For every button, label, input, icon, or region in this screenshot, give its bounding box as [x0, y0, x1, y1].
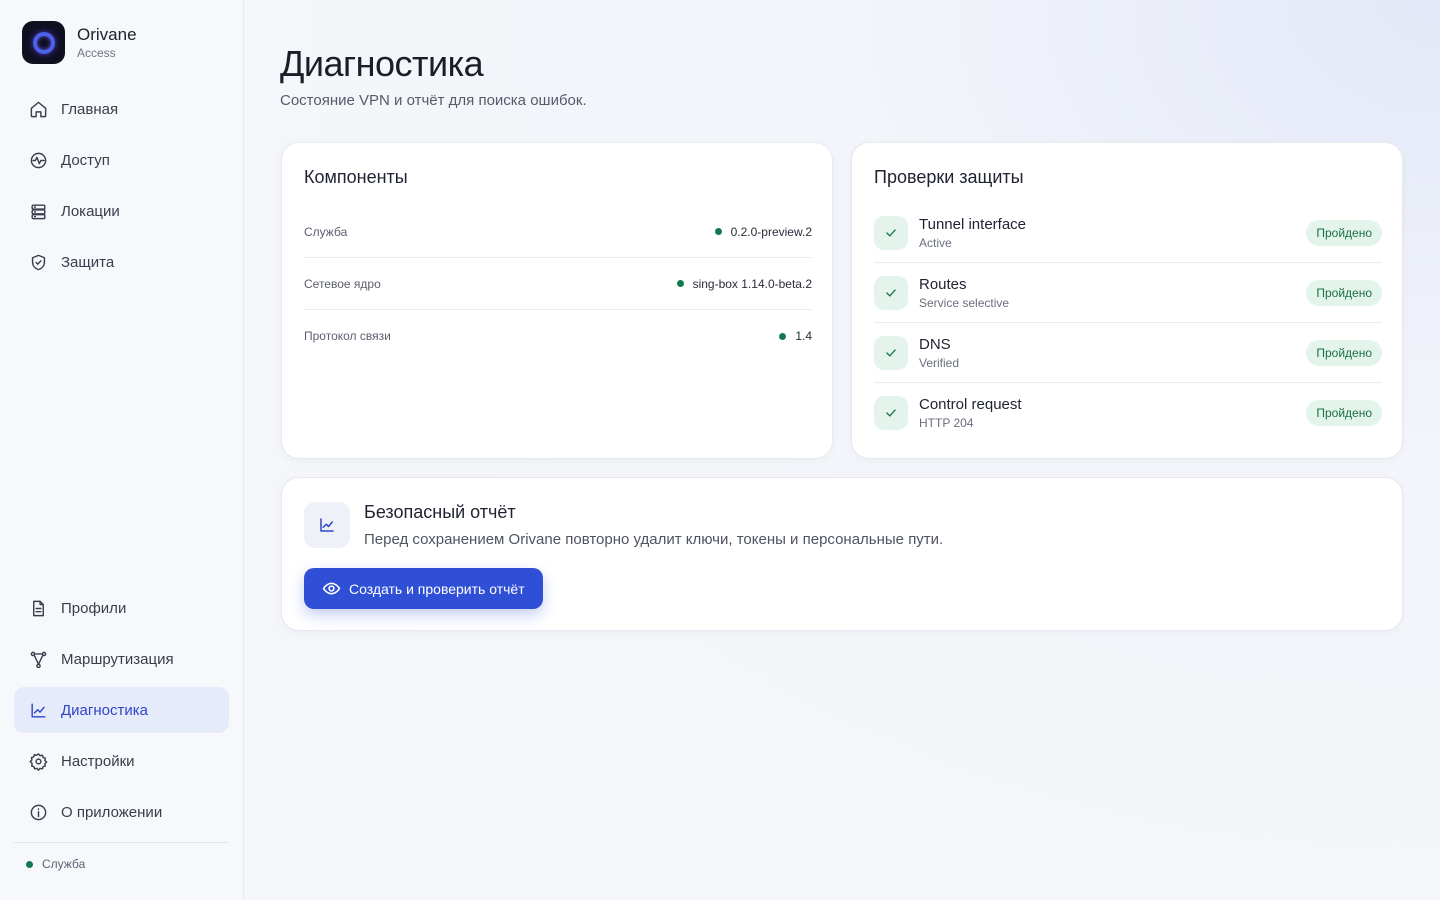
components-list: Служба 0.2.0-preview.2 Сетевое ядро sing…: [304, 206, 812, 362]
sidebar-item-label: Диагностика: [61, 701, 148, 719]
check-row: Routes Service selective Пройдено: [874, 263, 1382, 323]
component-label: Сетевое ядро: [304, 276, 381, 291]
checks-list: Tunnel interface Active Пройдено Routes …: [874, 203, 1382, 443]
brand-subtitle: Access: [77, 45, 116, 60]
chart-icon: [304, 502, 350, 548]
route-icon: [28, 649, 48, 669]
pulse-icon: [28, 150, 48, 170]
check-name: Routes: [919, 275, 967, 293]
brand-logo: [22, 21, 65, 64]
status-dot: [676, 280, 684, 287]
sidebar-item-diagnostics[interactable]: Диагностика: [14, 687, 229, 733]
status-badge: Пройдено: [1306, 400, 1382, 426]
sidebar-item-home[interactable]: Главная: [14, 86, 229, 132]
component-label: Служба: [304, 224, 348, 239]
brand-name: Orivane: [77, 24, 137, 44]
status-dot: [779, 332, 787, 340]
component-value: 0.2.0-preview.2: [730, 224, 812, 239]
eye-icon: [322, 579, 341, 598]
check-name: DNS: [919, 335, 951, 353]
check-detail: Verified: [919, 355, 960, 370]
component-value: 1.4: [795, 329, 812, 343]
service-status: Служба: [26, 857, 85, 871]
components-card: Компоненты Служба 0.2.0-preview.2 Сетево…: [281, 142, 833, 459]
check-name: Control request: [919, 396, 1022, 413]
sidebar-item-label: Локации: [61, 202, 120, 220]
check-detail: Service selective: [919, 295, 1010, 310]
sidebar-divider: [14, 842, 229, 843]
safe-report-card: Безопасный отчёт Перед сохранением Oriva…: [281, 477, 1403, 631]
sidebar-item-profiles[interactable]: Профили: [14, 585, 229, 631]
sidebar-item-label: Профили: [61, 599, 127, 617]
server-icon: [28, 201, 48, 221]
sidebar-item-label: Настройки: [61, 752, 135, 770]
sidebar-item-label: Доступ: [61, 151, 110, 169]
app-window: Orivane Access Главная Доступ Локации За…: [0, 0, 1440, 900]
brand: Orivane Access: [22, 21, 137, 64]
sidebar-item-access[interactable]: Доступ: [14, 137, 229, 183]
status-badge: Пройдено: [1306, 279, 1382, 306]
components-title: Компоненты: [304, 167, 408, 187]
sidebar-item-label: Главная: [61, 100, 119, 118]
component-value: sing-box 1.14.0-beta.2: [692, 276, 812, 291]
sidebar-nav-top: Главная Доступ Локации Защита: [14, 86, 229, 290]
status-dot: [714, 228, 722, 235]
report-description: Перед сохранением Orivane повторно удали…: [364, 531, 944, 548]
protection-checks-card: Проверки защиты Tunnel interface Active …: [851, 142, 1403, 459]
service-status-label: Служба: [42, 857, 86, 871]
component-row: Служба 0.2.0-preview.2: [304, 206, 812, 258]
status-dot: [26, 860, 33, 868]
sidebar-item-locations[interactable]: Локации: [14, 188, 229, 234]
chart-icon: [28, 700, 48, 720]
check-row: Tunnel interface Active Пройдено: [874, 203, 1382, 263]
create-report-button[interactable]: Создать и проверить отчёт: [304, 568, 543, 609]
check-detail: HTTP 204: [919, 416, 974, 430]
sidebar-item-protection[interactable]: Защита: [14, 239, 229, 285]
shield-icon: [28, 252, 48, 272]
component-row: Сетевое ядро sing-box 1.14.0-beta.2: [304, 258, 812, 310]
check-row: Control request HTTP 204 Пройдено: [874, 383, 1382, 443]
sidebar-item-settings[interactable]: Настройки: [14, 738, 229, 784]
check-row: DNS Verified Пройдено: [874, 323, 1382, 383]
checkmark-icon: [874, 396, 908, 430]
sidebar-item-about[interactable]: О приложении: [14, 789, 229, 835]
check-name: Tunnel interface: [919, 215, 1027, 233]
sidebar-nav-bottom: Профили Маршрутизация Диагностика Настро…: [14, 585, 229, 840]
checkmark-icon: [874, 335, 908, 370]
checkmark-icon: [874, 275, 908, 310]
check-detail: Active: [919, 235, 952, 250]
sidebar-item-label: Защита: [61, 253, 115, 271]
main-content: Диагностика Состояние VPN и отчёт для по…: [244, 0, 1440, 900]
status-badge: Пройдено: [1306, 219, 1382, 246]
home-icon: [28, 99, 48, 119]
component-row: Протокол связи 1.4: [304, 310, 812, 362]
component-label: Протокол связи: [304, 329, 391, 343]
gear-icon: [28, 751, 48, 771]
sidebar: Orivane Access Главная Доступ Локации За…: [0, 0, 244, 900]
checks-title: Проверки защиты: [874, 167, 1024, 187]
page-subtitle: Состояние VPN и отчёт для поиска ошибок.: [280, 92, 587, 109]
sidebar-item-label: Маршрутизация: [61, 650, 174, 668]
create-report-label: Создать и проверить отчёт: [349, 580, 525, 597]
document-icon: [28, 598, 48, 618]
sidebar-item-label: О приложении: [61, 803, 163, 821]
status-badge: Пройдено: [1306, 339, 1382, 366]
checkmark-icon: [874, 215, 908, 250]
sidebar-item-routing[interactable]: Маршрутизация: [14, 636, 229, 682]
info-icon: [28, 802, 48, 822]
report-title: Безопасный отчёт: [364, 502, 516, 522]
page-title: Диагностика: [280, 43, 484, 84]
